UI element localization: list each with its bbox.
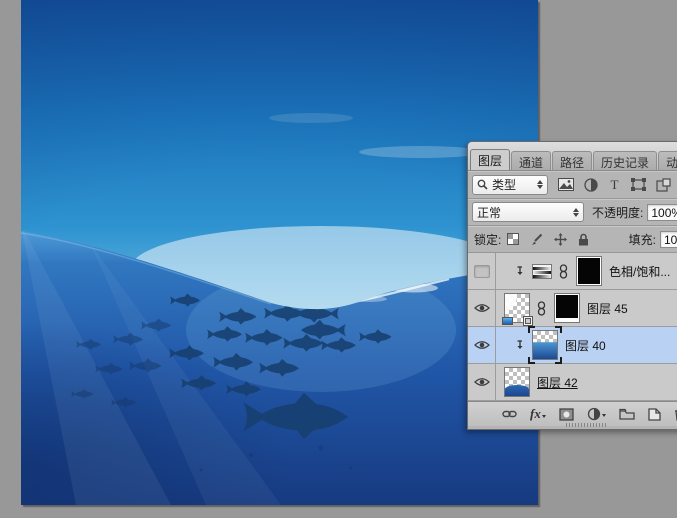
filter-kind-label: 类型 — [492, 176, 516, 193]
lock-position-move-icon[interactable] — [554, 233, 567, 246]
visibility-toggle[interactable] — [468, 290, 496, 326]
tab-channels[interactable]: 通道 — [511, 151, 551, 170]
tab-paths[interactable]: 路径 — [552, 151, 592, 170]
new-group-icon[interactable] — [619, 408, 635, 420]
dropdown-arrow-icon — [542, 415, 546, 418]
pixel-layer-filter-icon[interactable] — [558, 178, 574, 191]
visibility-toggle[interactable] — [468, 364, 496, 400]
blend-mode-select[interactable]: 正常 — [472, 202, 584, 222]
select-arrows-icon — [573, 208, 579, 217]
lock-label: 锁定: — [474, 231, 501, 248]
layer-styles-button[interactable]: fx — [530, 406, 546, 422]
mask-link-icon[interactable] — [559, 264, 569, 279]
new-layer-icon[interactable] — [648, 408, 661, 421]
layer-name[interactable]: 色相/饱和... — [609, 263, 670, 280]
layer-filter-row: 类型 T — [468, 171, 677, 199]
panel-resize-grip[interactable] — [566, 423, 608, 427]
layers-panel-toolbar: fx — [468, 401, 677, 426]
hue-saturation-thumbnail[interactable] — [532, 264, 552, 279]
layer-40-thumbnail[interactable] — [532, 330, 558, 360]
lock-row: 锁定: 填充: 100% — [468, 226, 677, 253]
svg-text:T: T — [611, 178, 619, 191]
filter-kind-select[interactable]: 类型 — [472, 175, 548, 195]
adjustment-layer-filter-icon[interactable] — [584, 178, 598, 192]
smart-object-filter-icon[interactable] — [656, 178, 671, 192]
shape-layer-filter-icon[interactable] — [631, 178, 646, 191]
layer-row-hue-saturation[interactable]: 色相/饱和... — [468, 253, 677, 290]
link-layers-icon[interactable] — [502, 409, 517, 419]
layer-name[interactable]: 图层 45 — [587, 300, 628, 317]
eye-icon — [474, 377, 490, 387]
visibility-toggle[interactable] — [468, 253, 496, 289]
lock-transparency-icon[interactable] — [507, 233, 519, 245]
layer-row-42[interactable]: 图层 42 — [468, 364, 677, 401]
new-adjustment-layer-icon[interactable] — [587, 407, 606, 421]
tab-history[interactable]: 历史记录 — [593, 151, 657, 170]
fill-label: 填充: — [629, 231, 656, 248]
document-canvas[interactable] — [21, 0, 538, 505]
layers-list: 色相/饱和... 图层 45 — [468, 253, 677, 401]
tab-layers[interactable]: 图层 — [470, 149, 510, 170]
eye-icon — [474, 340, 490, 350]
opacity-label: 不透明度: — [592, 204, 643, 221]
blend-mode-row: 正常 不透明度: 100% — [468, 199, 677, 226]
fill-input[interactable]: 100% — [660, 231, 677, 248]
dropdown-arrow-icon — [602, 414, 606, 417]
mask-link-icon[interactable] — [537, 301, 547, 316]
type-layer-filter-icon[interactable]: T — [608, 178, 621, 191]
layer-mask-thumbnail[interactable] — [554, 293, 580, 323]
clipping-mask-arrow-icon — [516, 266, 525, 276]
opacity-input[interactable]: 100% — [647, 204, 677, 221]
layers-panel: 图层 通道 路径 历史记录 动作 类型 T — [467, 141, 677, 430]
lock-pixels-brush-icon[interactable] — [530, 233, 543, 246]
panel-tab-bar: 图层 通道 路径 历史记录 动作 — [468, 142, 677, 171]
eye-icon — [474, 303, 490, 313]
layer-row-40[interactable]: 图层 40 — [468, 327, 677, 364]
eye-hidden-icon — [474, 265, 490, 278]
tab-actions[interactable]: 动作 — [658, 151, 677, 170]
visibility-toggle[interactable] — [468, 327, 496, 363]
add-layer-mask-icon[interactable] — [559, 408, 574, 421]
smart-object-badge-icon — [523, 316, 533, 326]
mini-image-badge — [502, 317, 513, 325]
blend-mode-value: 正常 — [477, 204, 501, 221]
layer-name[interactable]: 图层 40 — [565, 337, 606, 354]
clipping-mask-arrow-icon — [516, 340, 525, 350]
layer-mask-thumbnail[interactable] — [576, 256, 602, 286]
select-arrows-icon — [537, 180, 543, 189]
lock-all-icon[interactable] — [578, 233, 589, 246]
ocean-scene — [21, 0, 538, 505]
layer-name[interactable]: 图层 42 — [537, 374, 578, 391]
search-icon — [477, 179, 488, 190]
layer-45-thumbnail[interactable] — [504, 293, 530, 323]
layer-row-45[interactable]: 图层 45 — [468, 290, 677, 327]
layer-42-thumbnail[interactable] — [504, 367, 530, 397]
